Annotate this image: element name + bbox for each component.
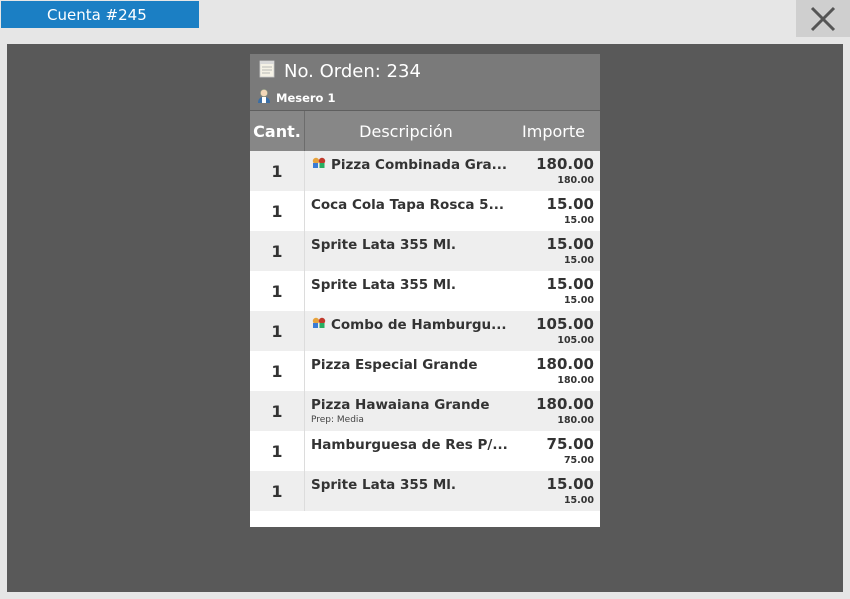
item-price: 180.00 180.00: [507, 151, 600, 191]
item-name: Sprite Lata 355 Ml.: [311, 477, 456, 493]
item-description: Sprite Lata 355 Ml.: [305, 271, 507, 311]
top-bar: Cuenta #245: [0, 0, 850, 44]
item-qty: 1: [250, 191, 305, 231]
item-description: Hamburguesa de Res P/...: [305, 431, 508, 471]
item-unit-price: 15.00: [563, 215, 594, 226]
item-price: 180.00 180.00: [507, 351, 600, 391]
item-description: Pizza Especial Grande: [305, 351, 507, 391]
item-description: Sprite Lata 355 Ml.: [305, 231, 507, 271]
order-title-text: No. Orden: 234: [284, 61, 421, 82]
item-price: 180.00 180.00: [507, 391, 600, 431]
item-price: 75.00 75.00: [507, 431, 600, 471]
item-unit-price: 105.00: [557, 335, 594, 346]
item-name-text: Combo de Hamburgu...: [331, 317, 507, 333]
waiter-name: Mesero 1: [276, 90, 336, 105]
ticket-bottom: [250, 511, 600, 521]
item-name: Pizza Hawaiana Grande: [311, 397, 489, 413]
item-qty: 1: [250, 151, 305, 191]
account-tab[interactable]: Cuenta #245: [1, 1, 199, 28]
waiter-person-icon: [256, 88, 272, 107]
item-qty: 1: [250, 311, 305, 351]
item-unit-price: 180.00: [557, 415, 594, 426]
item-name: Sprite Lata 355 Ml.: [311, 277, 456, 293]
order-item-row[interactable]: 1 Sprite Lata 355 Ml. 15.00 15.00: [250, 231, 600, 271]
combo-icon: [311, 157, 327, 173]
item-amount: 75.00: [546, 435, 594, 453]
item-unit-price: 15.00: [563, 495, 594, 506]
item-prep-note: Prep: Media: [311, 415, 364, 425]
item-description: Sprite Lata 355 Ml.: [305, 471, 507, 511]
item-description: Coca Cola Tapa Rosca 5...: [305, 191, 507, 231]
torn-edge: [250, 521, 600, 527]
item-amount: 15.00: [546, 475, 594, 493]
item-description: Pizza Combinada Gra...: [305, 151, 507, 191]
item-price: 15.00 15.00: [507, 471, 600, 511]
item-unit-price: 15.00: [563, 295, 594, 306]
order-item-row[interactable]: 1 Pizza Especial Grande 180.00 180.00: [250, 351, 600, 391]
item-description: Pizza Hawaiana Grande Prep: Media: [305, 391, 507, 431]
content-area: No. Orden: 234 Mesero 1 Cant. Descripció…: [7, 44, 843, 592]
column-amount: Importe: [522, 121, 585, 141]
item-description: Combo de Hamburgu...: [305, 311, 507, 351]
items-list: 1 Pizza Combinada Gra... 180.00 180.00 1 Coca…: [250, 151, 600, 511]
item-name-text: Sprite Lata 355 Ml.: [311, 477, 457, 493]
item-name-text: Pizza Combinada Gra...: [331, 157, 508, 173]
order-item-row[interactable]: 1 Sprite Lata 355 Ml. 15.00 15.00: [250, 471, 600, 511]
column-description: Descripción: [359, 121, 453, 141]
item-name-text: Pizza Hawaiana Grande: [311, 397, 490, 413]
item-price: 15.00 15.00: [507, 271, 600, 311]
item-amount: 180.00: [536, 395, 594, 413]
item-amount: 105.00: [536, 315, 594, 333]
order-ticket: No. Orden: 234 Mesero 1 Cant. Descripció…: [250, 54, 600, 527]
order-item-row[interactable]: 1 Sprite Lata 355 Ml. 15.00 15.00: [250, 271, 600, 311]
item-name-text: Sprite Lata 355 Ml.: [311, 277, 457, 293]
ticket-header: No. Orden: 234 Mesero 1: [250, 54, 600, 110]
order-item-row[interactable]: 1 Coca Cola Tapa Rosca 5... 15.00 15.00: [250, 191, 600, 231]
item-amount: 15.00: [546, 195, 594, 213]
item-name: Pizza Combinada Gra...: [311, 157, 507, 173]
order-item-row[interactable]: 1 Pizza Combinada Gra... 180.00 180.00: [250, 151, 600, 191]
item-name-text: Sprite Lata 355 Ml.: [311, 237, 457, 253]
order-title: No. Orden: 234: [258, 60, 421, 83]
item-name: Pizza Especial Grande: [311, 357, 477, 373]
item-amount: 15.00: [546, 275, 594, 293]
item-unit-price: 180.00: [557, 175, 594, 186]
close-button[interactable]: [796, 0, 850, 37]
order-item-row[interactable]: 1 Combo de Hamburgu... 105.00 105.00: [250, 311, 600, 351]
item-qty: 1: [250, 391, 305, 431]
close-x-icon: [810, 6, 836, 31]
column-headers: Cant. Descripción Importe: [250, 110, 600, 151]
order-item-row[interactable]: 1 Hamburguesa de Res P/... 75.00 75.00: [250, 431, 600, 471]
combo-icon: [311, 317, 327, 333]
item-amount: 180.00: [536, 155, 594, 173]
item-name-text: Pizza Especial Grande: [311, 357, 478, 373]
item-qty: 1: [250, 271, 305, 311]
item-unit-price: 15.00: [563, 255, 594, 266]
item-name: Sprite Lata 355 Ml.: [311, 237, 456, 253]
item-name: Coca Cola Tapa Rosca 5...: [311, 197, 504, 213]
item-name: Combo de Hamburgu...: [311, 317, 506, 333]
order-item-row[interactable]: 1 Pizza Hawaiana Grande Prep: Media 180.00 1…: [250, 391, 600, 431]
item-unit-price: 75.00: [563, 455, 594, 466]
item-price: 105.00 105.00: [507, 311, 600, 351]
item-price: 15.00 15.00: [507, 231, 600, 271]
notepad-icon: [258, 60, 276, 83]
item-name: Hamburguesa de Res P/...: [311, 437, 508, 453]
item-qty: 1: [250, 471, 305, 511]
item-name-text: Coca Cola Tapa Rosca 5...: [311, 197, 504, 213]
column-qty: Cant.: [250, 111, 305, 151]
item-amount: 15.00: [546, 235, 594, 253]
item-qty: 1: [250, 231, 305, 271]
waiter-label: Mesero 1: [256, 88, 335, 107]
item-name-text: Hamburguesa de Res P/...: [311, 437, 508, 453]
item-unit-price: 180.00: [557, 375, 594, 386]
item-qty: 1: [250, 431, 305, 471]
item-qty: 1: [250, 351, 305, 391]
item-price: 15.00 15.00: [507, 191, 600, 231]
item-amount: 180.00: [536, 355, 594, 373]
